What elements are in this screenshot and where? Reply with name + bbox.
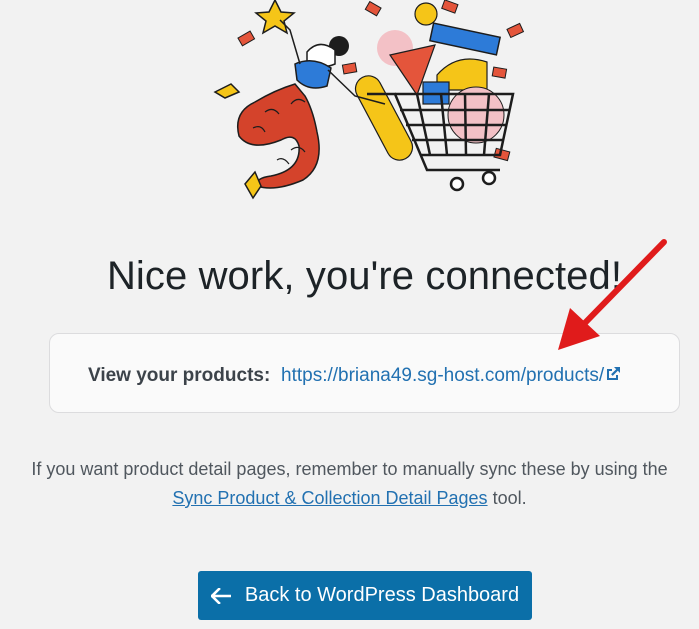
- sync-pages-link[interactable]: Sync Product & Collection Detail Pages: [172, 488, 487, 508]
- external-link-icon: [607, 367, 621, 380]
- connected-page: Nice work, you're connected! View your p…: [0, 0, 699, 629]
- sync-note-suffix: tool.: [492, 488, 527, 508]
- arrow-left-icon: [210, 587, 231, 604]
- sync-note: If you want product detail pages, rememb…: [30, 455, 669, 513]
- sync-note-text: If you want product detail pages, rememb…: [31, 459, 668, 479]
- products-url-link[interactable]: https://briana49.sg-host.com/products/: [281, 365, 621, 387]
- shopping-cart-illustration: [213, 0, 525, 200]
- red-arrow-annotation: [558, 239, 667, 350]
- products-label: View your products:: [88, 365, 271, 386]
- products-url-text: https://briana49.sg-host.com/products/: [281, 365, 605, 386]
- back-button-label: Back to WordPress Dashboard: [244, 584, 520, 606]
- back-to-dashboard-button[interactable]: Back to WordPress Dashboard: [198, 571, 532, 620]
